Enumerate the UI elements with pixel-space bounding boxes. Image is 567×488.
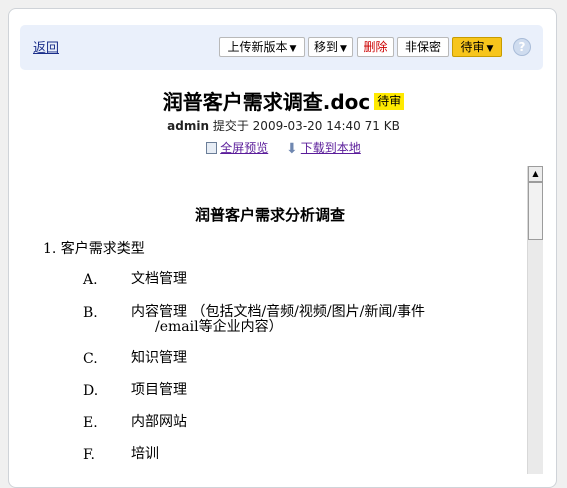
move-to-label: 移到 [314, 40, 339, 54]
move-to-button[interactable]: 移到 ▼ [308, 37, 353, 57]
status-badge: 待审 [374, 93, 405, 110]
list-item-letter: D. [83, 383, 99, 399]
list-item-text-continued: /email等企业内容） [155, 319, 283, 335]
status-pending-label: 待审 [460, 40, 485, 54]
toolbar: 返回 上传新版本 ▼ 移到 ▼ 删除 非保密 待审 ▼ ? [20, 25, 543, 70]
chevron-down-icon: ▼ [289, 44, 297, 54]
list-item-text: 项目管理 [131, 382, 187, 398]
upload-new-version-label: 上传新版本 [227, 40, 288, 54]
vertical-scrollbar[interactable]: ▲ [527, 166, 543, 474]
list-item-letter: E. [83, 415, 98, 431]
document-title: 润普客户需求调查.doc [162, 90, 371, 114]
document-title-row: 润普客户需求调查.doc 待审 [0, 86, 567, 115]
confidential-toggle-button[interactable]: 非保密 [397, 37, 449, 57]
chevron-down-icon: ▼ [486, 44, 494, 54]
download-link[interactable]: 下载到本地 [301, 141, 361, 155]
section-title: 1. 客户需求类型 [43, 241, 145, 257]
list-item-letter: B. [83, 305, 98, 321]
list-item-text: 内容管理 （包括文档/音频/视频/图片/新闻/事件 [131, 304, 426, 320]
list-item-text: 文档管理 [131, 271, 187, 287]
fullscreen-preview-link[interactable]: 全屏预览 [220, 141, 268, 155]
author-name: admin [167, 119, 210, 133]
list-item-text: 培训 [131, 446, 159, 462]
document-actions: 全屏预览 ⬇ 下载到本地 [0, 139, 567, 157]
list-item-letter: F. [83, 447, 95, 463]
status-pending-button[interactable]: 待审 ▼ [452, 37, 502, 57]
delete-button[interactable]: 删除 [357, 37, 394, 57]
chevron-down-icon: ▼ [340, 44, 347, 54]
scroll-thumb[interactable] [528, 182, 543, 240]
list-item-letter: A. [83, 272, 98, 288]
scroll-up-arrow-icon[interactable]: ▲ [528, 166, 543, 182]
back-link[interactable]: 返回 [33, 37, 59, 56]
document-meta: admin 提交于 2009-03-20 14:40 71 KB [0, 117, 567, 134]
list-item-text: 知识管理 [131, 350, 187, 366]
submitted-info: 提交于 2009-03-20 14:40 71 KB [212, 119, 400, 133]
help-icon[interactable]: ? [513, 38, 531, 56]
list-item-letter: C. [83, 351, 98, 367]
list-item-text: 内部网站 [131, 414, 187, 430]
download-arrow-icon: ⬇ [286, 140, 298, 157]
document-viewer[interactable]: 润普客户需求分析调查 1. 客户需求类型 A. 文档管理 B. 内容管理 （包括… [20, 166, 543, 474]
content-heading: 润普客户需求分析调查 [194, 206, 345, 224]
upload-new-version-button[interactable]: 上传新版本 ▼ [219, 37, 305, 57]
document-preview-icon [206, 141, 218, 154]
